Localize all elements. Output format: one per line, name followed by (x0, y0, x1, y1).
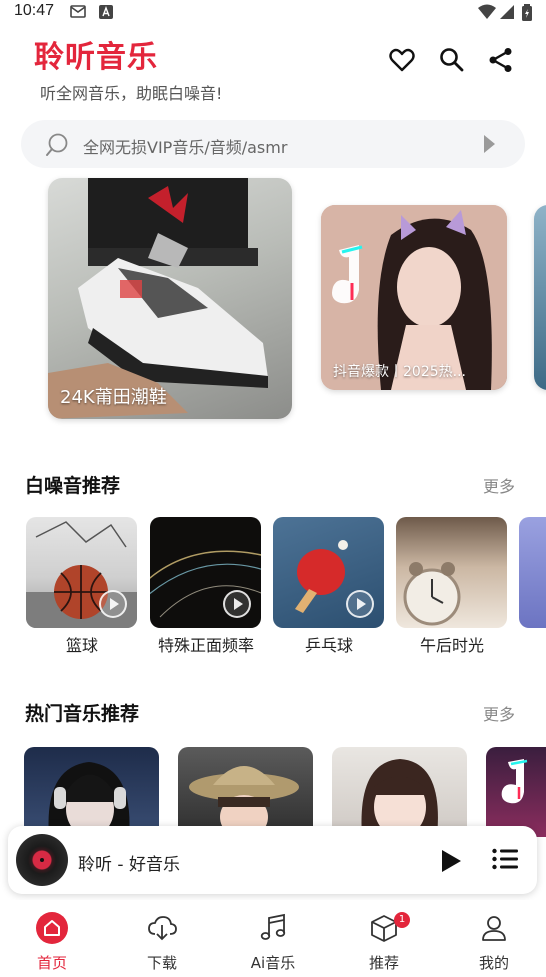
battery-icon (522, 4, 532, 25)
hot-music-card[interactable] (178, 747, 313, 837)
nav-label: Ai音乐 (250, 954, 296, 972)
white-noise-label: 特殊正面频率 (157, 636, 254, 655)
nav-item-recommend[interactable]: 1 推荐 (329, 900, 439, 977)
nav-item-home[interactable]: 首页 (0, 900, 107, 977)
mail-notification-icon (70, 4, 88, 24)
play-button[interactable] (442, 850, 461, 872)
nav-label: 推荐 (368, 954, 399, 972)
notification-badge: 1 (394, 912, 410, 928)
section-title-hot-music: 热门音乐推荐 (25, 703, 140, 725)
play-icon[interactable] (99, 590, 127, 618)
cover-image (361, 759, 438, 837)
white-noise-tile-ping-pong[interactable] (273, 517, 384, 628)
more-link-hot-music[interactable]: 更多 (483, 701, 515, 725)
heart-icon[interactable] (388, 46, 416, 74)
now-playing-title: 聆听 - 好音乐 (78, 855, 180, 875)
more-link-white-noise[interactable]: 更多 (483, 473, 515, 497)
signal-icon (500, 4, 514, 24)
cover-image (48, 762, 130, 837)
play-icon[interactable] (346, 590, 374, 618)
banner-card[interactable]: 24K莆田潮鞋 (48, 178, 292, 419)
tiktok-cover-image (501, 759, 528, 804)
alarm-clock-image (403, 562, 461, 626)
home-screen: 10:47 聆听音乐 听全网音乐，助眠白噪音! 全网无损VIP音乐/音频/asm… (0, 0, 546, 977)
cloud-download-icon (146, 912, 178, 944)
white-noise-tile-basketball[interactable] (26, 517, 137, 628)
app-subtitle: 听全网音乐，助眠白噪音! (40, 84, 223, 103)
white-noise-tile-frequency[interactable] (150, 517, 261, 628)
wifi-icon (478, 4, 496, 24)
bottom-nav: 首页 下载 Ai音乐 1 推荐 我的 (0, 900, 546, 977)
home-icon (36, 912, 68, 944)
white-noise-label: 乒乓球 (304, 636, 353, 655)
nav-label: 下载 (146, 954, 177, 972)
nav-label: 我的 (478, 954, 509, 972)
white-noise-tile-afternoon[interactable] (396, 517, 507, 628)
search-icon (45, 132, 69, 162)
banner-card[interactable]: 抖音爆款丨2025热... (321, 205, 507, 390)
app-title: 聆听音乐 (34, 40, 158, 75)
nav-item-ai-music[interactable]: Ai音乐 (218, 900, 328, 977)
hot-music-card[interactable] (332, 747, 467, 837)
status-time: 10:47 (14, 2, 55, 19)
nav-item-profile[interactable]: 我的 (439, 900, 546, 977)
nav-item-download[interactable]: 下载 (107, 900, 217, 977)
hot-music-card[interactable] (486, 747, 546, 837)
white-noise-label: 篮球 (65, 636, 98, 655)
cover-image (189, 766, 299, 837)
user-icon (478, 912, 510, 944)
vinyl-disc-icon (16, 834, 68, 886)
search-icon[interactable] (438, 46, 466, 74)
banner-caption: 抖音爆款丨2025热... (333, 364, 466, 380)
status-bar: 10:47 (0, 0, 546, 26)
white-noise-tile-partial[interactable] (519, 517, 546, 628)
music-note-icon (257, 912, 289, 944)
playlist-icon[interactable] (492, 848, 518, 870)
section-title-white-noise: 白噪音推荐 (25, 475, 121, 497)
banner-card[interactable] (534, 205, 546, 390)
share-icon[interactable] (487, 46, 515, 74)
search-placeholder: 全网无损VIP音乐/音频/asmr (83, 138, 288, 157)
white-noise-label: 午后时光 (419, 636, 484, 655)
search-bar[interactable]: 全网无损VIP音乐/音频/asmr (21, 120, 525, 168)
app-notification-icon (99, 4, 113, 23)
mini-player[interactable]: 聆听 - 好音乐 (8, 826, 537, 894)
nav-label: 首页 (36, 954, 67, 972)
play-arrow-icon[interactable] (484, 135, 495, 153)
banner-caption: 24K莆田潮鞋 (60, 387, 167, 408)
hot-music-card[interactable] (24, 747, 159, 837)
play-icon[interactable] (223, 590, 251, 618)
